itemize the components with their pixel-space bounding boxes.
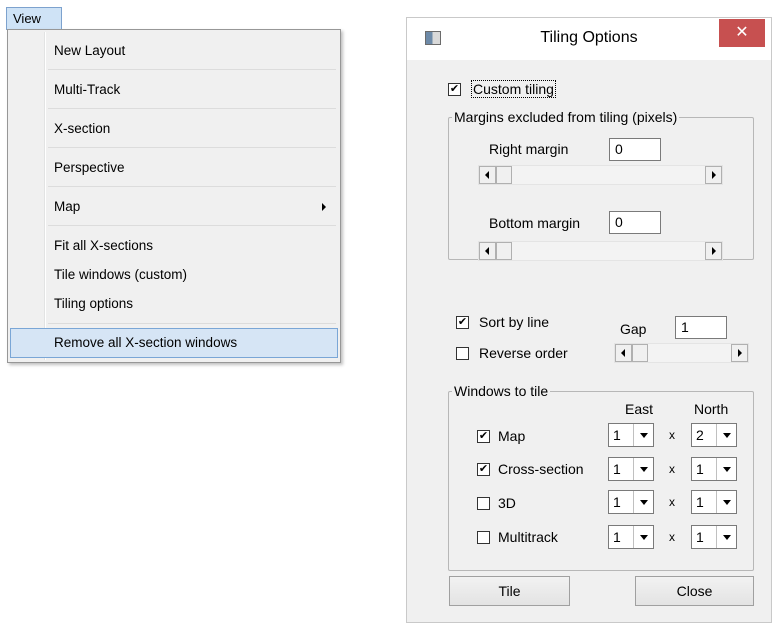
map-north-select[interactable]: 2 [691, 423, 737, 447]
scroll-left-arrow-icon[interactable] [479, 166, 496, 184]
right-margin-scrollbar[interactable] [478, 165, 723, 185]
submenu-arrow-icon [322, 203, 326, 211]
cross-section-window-label[interactable]: Cross-section [498, 461, 584, 477]
tiling-options-dialog: Tiling Options ✕ ✔ Custom tiling Margins… [406, 17, 772, 623]
3d-north-value: 1 [696, 494, 704, 510]
reverse-order-label[interactable]: Reverse order [479, 345, 568, 361]
scrollbar-thumb[interactable] [496, 242, 512, 260]
map-east-value: 1 [613, 427, 621, 443]
cross-section-east-select[interactable]: 1 [608, 457, 654, 481]
menu-item-x-section[interactable]: X-section [10, 114, 338, 144]
map-window-label[interactable]: Map [498, 428, 525, 444]
cross-section-window-checkbox[interactable]: ✔ [477, 463, 490, 476]
dropdown-arrow-icon[interactable] [633, 526, 653, 548]
right-margin-input[interactable]: 0 [609, 138, 661, 161]
multitrack-window-checkbox[interactable] [477, 531, 490, 544]
bottom-margin-label: Bottom margin [489, 215, 581, 231]
right-margin-label: Right margin [489, 141, 569, 157]
view-dropdown-menu: New Layout Multi-Track X-section Perspec… [7, 29, 341, 363]
menu-separator [48, 186, 336, 187]
dropdown-arrow-icon[interactable] [716, 458, 736, 480]
bottom-margin-input[interactable]: 0 [609, 211, 661, 234]
times-symbol: x [669, 462, 675, 476]
scroll-right-arrow-icon[interactable] [705, 166, 722, 184]
margins-groupbox-legend: Margins excluded from tiling (pixels) [452, 109, 680, 125]
sort-by-line-label[interactable]: Sort by line [479, 314, 549, 330]
scrollbar-thumb[interactable] [632, 344, 648, 362]
3d-window-label[interactable]: 3D [498, 495, 516, 511]
menu-item-tile-windows-custom[interactable]: Tile windows (custom) [10, 260, 338, 290]
map-north-value: 2 [696, 427, 704, 443]
dropdown-arrow-icon[interactable] [633, 458, 653, 480]
menu-item-remove-all-x-section-windows[interactable]: Remove all X-section windows [10, 328, 338, 358]
gap-input[interactable]: 1 [675, 316, 727, 339]
gap-label: Gap [620, 321, 647, 337]
dropdown-arrow-icon[interactable] [633, 424, 653, 446]
menu-item-map-label: Map [54, 199, 81, 214]
times-symbol: x [669, 495, 675, 509]
dropdown-arrow-icon[interactable] [716, 424, 736, 446]
margins-groupbox: Margins excluded from tiling (pixels) [448, 109, 754, 260]
reverse-order-checkbox[interactable] [456, 347, 469, 360]
sort-by-line-checkbox[interactable]: ✔ [456, 316, 469, 329]
close-window-button[interactable]: ✕ [719, 19, 765, 47]
menu-item-new-layout[interactable]: New Layout [10, 36, 338, 66]
menu-separator [48, 323, 336, 324]
dialog-titlebar[interactable]: Tiling Options ✕ [407, 18, 771, 60]
dropdown-arrow-icon[interactable] [633, 491, 653, 513]
menu-item-tiling-options[interactable]: Tiling options [10, 289, 338, 319]
cross-section-north-value: 1 [696, 461, 704, 477]
bottom-margin-scrollbar[interactable] [478, 241, 723, 261]
multitrack-north-value: 1 [696, 529, 704, 545]
3d-north-select[interactable]: 1 [691, 490, 737, 514]
close-button[interactable]: Close [635, 576, 754, 606]
map-east-select[interactable]: 1 [608, 423, 654, 447]
view-menu-title[interactable]: View [6, 7, 62, 30]
scroll-right-arrow-icon[interactable] [705, 242, 722, 260]
windows-to-tile-legend: Windows to tile [452, 383, 551, 399]
north-column-header: North [694, 401, 729, 417]
menu-item-fit-all-x-sections[interactable]: Fit all X-sections [10, 231, 338, 261]
dropdown-arrow-icon[interactable] [716, 491, 736, 513]
multitrack-north-select[interactable]: 1 [691, 525, 737, 549]
menu-item-multi-track[interactable]: Multi-Track [10, 75, 338, 105]
times-symbol: x [669, 530, 675, 544]
dialog-title: Tiling Options [540, 29, 638, 46]
3d-window-checkbox[interactable] [477, 497, 490, 510]
multitrack-east-value: 1 [613, 529, 621, 545]
menu-item-perspective[interactable]: Perspective [10, 153, 338, 183]
custom-tiling-label[interactable]: Custom tiling [471, 80, 556, 98]
scroll-left-arrow-icon[interactable] [615, 344, 632, 362]
times-symbol: x [669, 428, 675, 442]
cross-section-north-select[interactable]: 1 [691, 457, 737, 481]
scroll-left-arrow-icon[interactable] [479, 242, 496, 260]
menu-separator [48, 147, 336, 148]
menu-separator [48, 69, 336, 70]
dropdown-arrow-icon[interactable] [716, 526, 736, 548]
custom-tiling-checkbox[interactable]: ✔ [448, 83, 461, 96]
menu-separator [48, 225, 336, 226]
multitrack-east-select[interactable]: 1 [608, 525, 654, 549]
3d-east-value: 1 [613, 494, 621, 510]
3d-east-select[interactable]: 1 [608, 490, 654, 514]
cross-section-east-value: 1 [613, 461, 621, 477]
menu-separator [48, 108, 336, 109]
east-column-header: East [625, 401, 654, 417]
scrollbar-thumb[interactable] [496, 166, 512, 184]
tile-button[interactable]: Tile [449, 576, 570, 606]
gap-scrollbar[interactable] [614, 343, 749, 363]
multitrack-window-label[interactable]: Multitrack [498, 529, 558, 545]
map-window-checkbox[interactable]: ✔ [477, 430, 490, 443]
menu-item-map[interactable]: Map [10, 192, 338, 222]
scroll-right-arrow-icon[interactable] [731, 344, 748, 362]
